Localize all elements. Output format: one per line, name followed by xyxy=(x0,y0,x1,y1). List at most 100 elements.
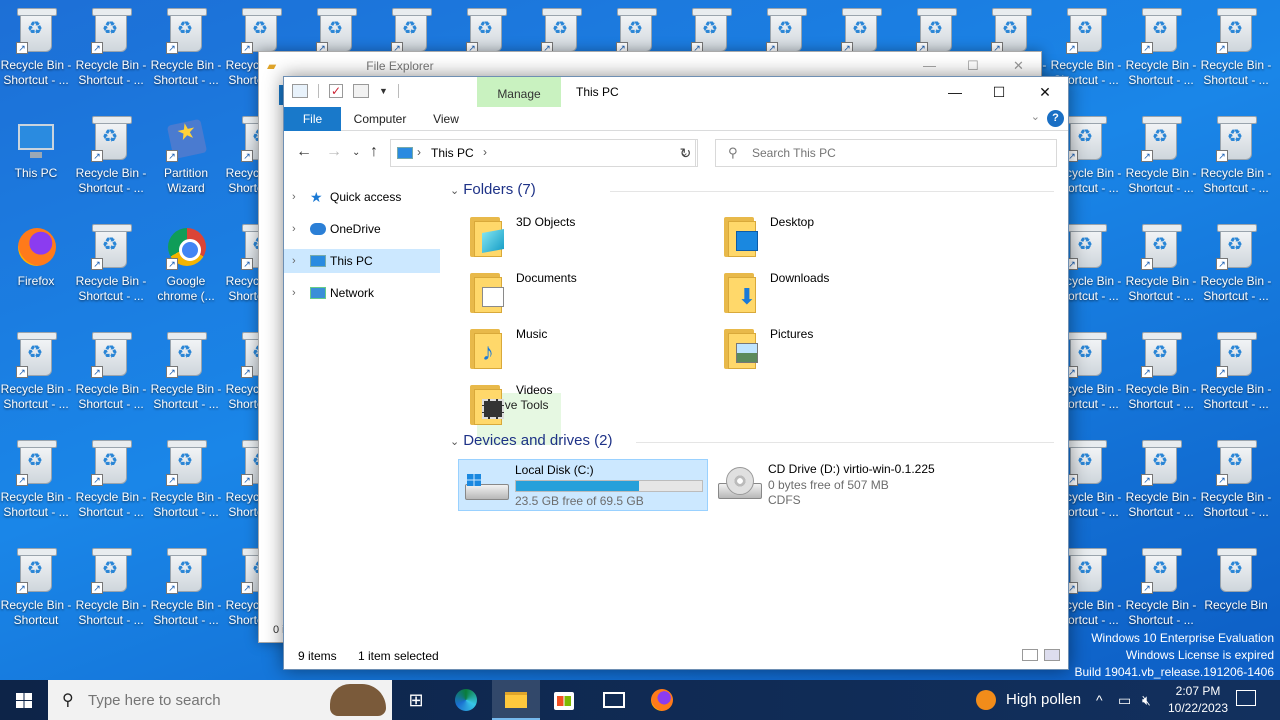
drive-cd-d[interactable]: CD Drive (D:) virtio-win-0.1.225 0 bytes… xyxy=(712,459,962,511)
nav-quick-access[interactable]: › ★ Quick access xyxy=(284,185,440,209)
desktop-icon-recycle-shortcut[interactable]: ↗ Recycle Bin -Shortcut - ... xyxy=(1125,548,1197,628)
group-header-folders[interactable]: ⌄ Folders (7) xyxy=(450,181,1060,198)
refresh-button[interactable]: ↻ xyxy=(674,139,698,167)
task-view-icon[interactable]: ⊞ xyxy=(392,680,440,720)
up-icon[interactable]: ↑ xyxy=(370,143,378,161)
edge-icon[interactable] xyxy=(442,680,490,720)
folder-downloads[interactable]: ⬇ Downloads xyxy=(710,269,950,317)
maximize-button[interactable]: ☐ xyxy=(976,77,1022,107)
drive-local-disk-c[interactable]: Local Disk (C:) 23.5 GB free of 69.5 GB xyxy=(458,459,708,511)
tab-computer[interactable]: Computer xyxy=(346,107,414,131)
close-icon[interactable]: ✕ xyxy=(1013,58,1024,74)
breadcrumb-this-pc[interactable]: This PC xyxy=(431,146,474,160)
folder-3d-objects[interactable]: 3D Objects xyxy=(456,213,696,261)
folder-desktop[interactable]: Desktop xyxy=(710,213,950,261)
desktop-icon-label: Recycle Bin xyxy=(1204,598,1268,612)
desktop-icon-recycle-shortcut[interactable]: ↗ Recycle Bin -Shortcut - ... xyxy=(1125,224,1197,304)
desktop-icon-recycle-shortcut[interactable]: ↗ Recycle Bin -Shortcut - ... xyxy=(1200,440,1272,520)
back-icon[interactable]: ← xyxy=(296,143,312,161)
desktop-icon-recycle-shortcut[interactable]: ↗ Recycle Bin -Shortcut - ... xyxy=(1200,116,1272,196)
large-icons-view-icon[interactable] xyxy=(1044,649,1060,661)
tab-manage[interactable]: Manage xyxy=(477,77,561,107)
collapse-chevron-icon[interactable]: ⌄ xyxy=(450,436,459,448)
desktop-icon-recycle-shortcut[interactable]: ↗ Recycle Bin -Shortcut - ... xyxy=(150,440,222,520)
clock[interactable]: 2:07 PM 10/22/2023 xyxy=(1166,683,1230,717)
search-input[interactable] xyxy=(752,144,1042,162)
expand-chevron-icon[interactable]: › xyxy=(292,249,296,273)
desktop-icon-recycle-shortcut[interactable]: ↗ Recycle Bin -Shortcut - ... xyxy=(150,332,222,412)
desktop-icon-recycle-shortcut[interactable]: ↗ Recycle Bin -Shortcut - ... xyxy=(75,440,147,520)
desktop-icon-recycle-shortcut[interactable]: ↗ Recycle Bin -Shortcut - ... xyxy=(1125,332,1197,412)
desktop-icon-recycle-shortcut[interactable]: ↗ Recycle Bin -Shortcut - ... xyxy=(0,8,72,88)
group-header-drives[interactable]: ⌄ Devices and drives (2) xyxy=(450,432,1060,449)
breadcrumb-chevron-icon[interactable]: › xyxy=(417,145,421,159)
customize-toolbar-icon[interactable]: ▼ xyxy=(379,86,388,96)
desktop-icon-recycle-shortcut[interactable]: ↗ Recycle Bin -Shortcut - ... xyxy=(150,548,222,628)
nav-onedrive[interactable]: › OneDrive xyxy=(284,217,440,241)
desktop-icon-label: Shortcut - ... xyxy=(1203,397,1269,411)
address-bar[interactable]: › This PC › ⌄ xyxy=(390,139,696,167)
desktop-icon-recycle-shortcut[interactable]: ↗ Recycle Bin -Shortcut - ... xyxy=(1200,8,1272,88)
tab-file[interactable]: File xyxy=(284,107,341,131)
new-folder-icon[interactable] xyxy=(353,84,369,98)
recycle-bin-icon: ↗ xyxy=(1212,332,1260,380)
firefox-taskbar-icon[interactable] xyxy=(638,680,686,720)
start-button[interactable] xyxy=(0,680,48,720)
nav-this-pc[interactable]: › This PC xyxy=(284,249,440,273)
forward-icon[interactable]: → xyxy=(326,143,342,161)
minimize-icon[interactable]: — xyxy=(923,58,936,73)
folder-documents[interactable]: Documents xyxy=(456,269,696,317)
minimize-button[interactable]: — xyxy=(932,77,978,107)
file-explorer-taskbar-icon[interactable] xyxy=(492,680,540,720)
maximize-icon[interactable]: ☐ xyxy=(967,58,979,74)
folder-pictures[interactable]: Pictures xyxy=(710,325,950,373)
desktop-icon-recycle-shortcut[interactable]: ↗ Recycle Bin -Shortcut - ... xyxy=(0,440,72,520)
desktop-icon-partition[interactable]: ↗ PartitionWizard xyxy=(150,116,222,196)
desktop-icon-recycle-shortcut[interactable]: ↗ Recycle Bin -Shortcut - ... xyxy=(75,332,147,412)
desktop-icon-recycle-bin[interactable]: Recycle Bin xyxy=(1200,548,1272,613)
network-icon[interactable]: ▭ xyxy=(1118,680,1131,720)
desktop-icon-recycle-shortcut[interactable]: ↗ Recycle Bin -Shortcut - ... xyxy=(75,8,147,88)
desktop-icon-recycle-shortcut[interactable]: ↗ Recycle Bin -Shortcut - ... xyxy=(1200,332,1272,412)
expand-chevron-icon[interactable]: › xyxy=(292,217,296,241)
close-button[interactable]: ✕ xyxy=(1022,77,1068,107)
expand-chevron-icon[interactable]: › xyxy=(292,281,296,305)
title-bar[interactable]: ✓ ▼ Manage This PC — ☐ ✕ xyxy=(284,77,1068,107)
expand-chevron-icon[interactable]: › xyxy=(292,185,296,209)
breadcrumb-chevron-icon[interactable]: › xyxy=(483,145,487,159)
taskbar-search[interactable]: ⚲ xyxy=(48,680,392,720)
folder-music[interactable]: ♪ Music xyxy=(456,325,696,373)
desktop-icon-recycle-shortcut[interactable]: ↗ Recycle Bin -Shortcut - ... xyxy=(1125,8,1197,88)
desktop-icon-recycle-shortcut[interactable]: ↗ Recycle Bin -Shortcut - ... xyxy=(75,548,147,628)
recycle-bin-icon: ↗ xyxy=(762,8,810,56)
desktop-icon-chrome[interactable]: ↗ Google chrome (... xyxy=(150,224,222,304)
desktop-icon-this-pc[interactable]: This PC xyxy=(0,116,72,181)
tab-view[interactable]: View xyxy=(424,107,468,131)
search-box[interactable]: ⚲ xyxy=(715,139,1057,167)
help-icon[interactable]: ? xyxy=(1047,110,1064,127)
desktop-icon-recycle-shortcut[interactable]: ↗ Recycle Bin -Shortcut - ... xyxy=(1125,440,1197,520)
desktop-icon-recycle-shortcut[interactable]: ↗ Recycle Bin -Shortcut - ... xyxy=(150,8,222,88)
show-hidden-icons[interactable]: ^ xyxy=(1096,680,1103,720)
expand-ribbon-icon[interactable]: ⌄ xyxy=(1031,110,1040,123)
desktop-icon-recycle-shortcut-plain[interactable]: ↗ Recycle Bin -Shortcut xyxy=(0,548,72,628)
desktop-icon-recycle-shortcut[interactable]: ↗ Recycle Bin -Shortcut - ... xyxy=(1125,116,1197,196)
details-view-icon[interactable] xyxy=(1022,649,1038,661)
desktop-icon-recycle-shortcut[interactable]: ↗ Recycle Bin -Shortcut - ... xyxy=(75,116,147,196)
properties-icon[interactable]: ✓ xyxy=(329,84,343,98)
desktop-icon-recycle-shortcut[interactable]: ↗ Recycle Bin -Shortcut - ... xyxy=(0,332,72,412)
volume-muted-icon[interactable]: 🔇︎ xyxy=(1142,680,1151,720)
folder-videos[interactable]: Videos xyxy=(456,381,696,429)
recycle-bin-icon: ↗ xyxy=(162,332,210,380)
mail-icon[interactable] xyxy=(590,680,638,720)
collapse-chevron-icon[interactable]: ⌄ xyxy=(450,185,459,197)
store-icon[interactable] xyxy=(540,680,588,720)
desktop-icon-recycle-shortcut[interactable]: ↗ Recycle Bin -Shortcut - ... xyxy=(1200,224,1272,304)
desktop-icon-firefox[interactable]: Firefox xyxy=(0,224,72,289)
notifications-icon[interactable] xyxy=(1236,690,1256,706)
desktop-icon-recycle-shortcut[interactable]: ↗ Recycle Bin -Shortcut - ... xyxy=(75,224,147,304)
recent-locations-icon[interactable]: ⌄ xyxy=(352,147,360,158)
nav-network[interactable]: › Network xyxy=(284,281,440,305)
weather-widget[interactable]: High pollen xyxy=(976,680,1081,720)
taskbar-search-input[interactable] xyxy=(88,691,298,709)
